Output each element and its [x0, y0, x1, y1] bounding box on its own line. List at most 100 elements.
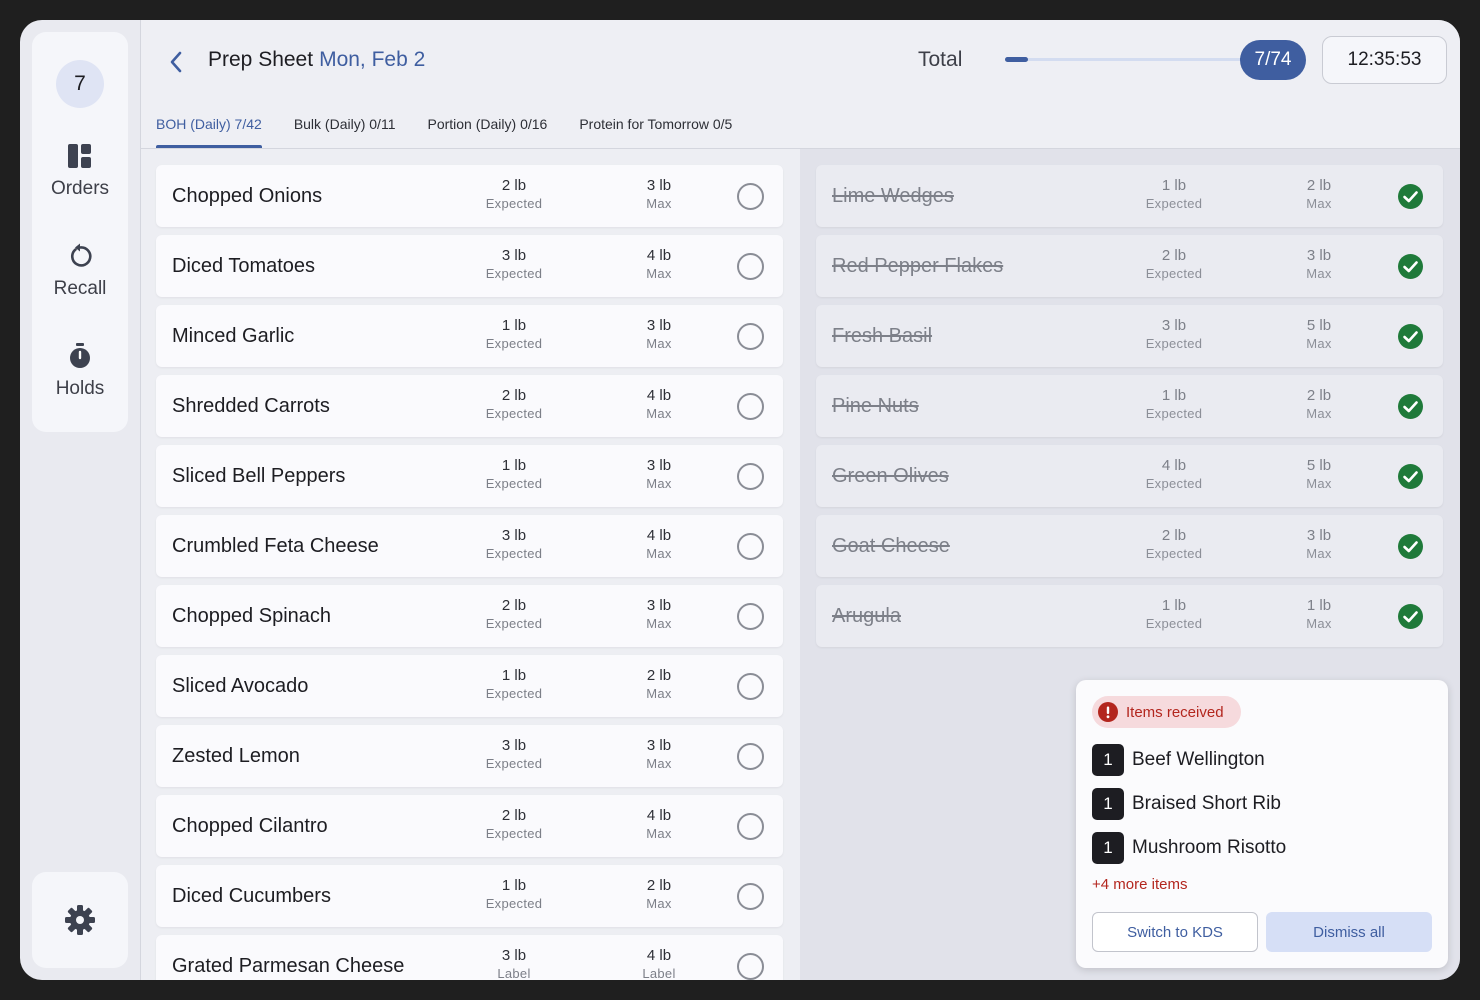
prep-item-row[interactable]: Sliced Avocado 1 lb Expected 2 lb Max [156, 655, 783, 717]
check-circle-icon[interactable] [1397, 533, 1424, 560]
tab-boh-daily[interactable]: BOH (Daily) 7/42 [141, 116, 278, 148]
prep-item-row[interactable]: Chopped Spinach 2 lb Expected 3 lb Max [156, 585, 783, 647]
nav-holds[interactable]: Holds [32, 342, 128, 400]
item-name: Mushroom Risotto [1132, 837, 1287, 858]
prep-item-row[interactable]: Chopped Onions 2 lb Expected 3 lb Max [156, 165, 783, 227]
nav-orders[interactable]: Orders [32, 142, 128, 200]
expected-qty: 1 lb Expected [464, 457, 564, 493]
complete-checkbox[interactable] [737, 953, 764, 980]
tab-bulk-daily[interactable]: Bulk (Daily) 0/11 [278, 116, 412, 148]
app-window: 7 Orders Recall Holds Prep Sheet Mon, Fe… [20, 20, 1460, 980]
max-qty: 4 lb Max [609, 807, 709, 843]
max-label: Max [646, 476, 672, 491]
max-qty: 5 lb Max [1269, 457, 1369, 493]
expected-value: 1 lb [501, 877, 527, 894]
item-name: Red Pepper Flakes [832, 255, 1004, 277]
nav-recall[interactable]: Recall [32, 242, 128, 300]
recall-icon [70, 243, 92, 267]
complete-checkbox[interactable] [737, 813, 764, 840]
check-circle-icon[interactable] [1397, 393, 1424, 420]
complete-checkbox[interactable] [737, 393, 764, 420]
expected-value: 2 lb [501, 597, 527, 614]
header: Prep Sheet Mon, Feb 2 Total 7/74 12:35:53… [141, 20, 1460, 148]
check-circle-icon[interactable] [1397, 323, 1424, 350]
item-name: Pine Nuts [832, 395, 919, 417]
page-date: Mon, Feb 2 [319, 48, 426, 71]
max-label: Max [1306, 336, 1332, 351]
check-circle-icon[interactable] [1397, 253, 1424, 280]
expected-qty: 2 lb Expected [464, 807, 564, 843]
complete-checkbox[interactable] [737, 533, 764, 560]
completed-item-row[interactable]: Green Olives 4 lb Expected 5 lb Max [816, 445, 1443, 507]
expected-label: Expected [485, 406, 543, 421]
switch-to-kds-button[interactable]: Switch to KDS [1092, 912, 1258, 952]
expected-qty: 1 lb Expected [1124, 177, 1224, 213]
completed-item-row[interactable]: Fresh Basil 3 lb Expected 5 lb Max [816, 305, 1443, 367]
completed-item-row[interactable]: Lime Wedges 1 lb Expected 2 lb Max [816, 165, 1443, 227]
item-qty: 1 [1092, 744, 1124, 776]
item-name: Sliced Avocado [172, 675, 309, 697]
max-value: 5 lb [1306, 457, 1332, 474]
prep-item-row[interactable]: Diced Tomatoes 3 lb Expected 4 lb Max [156, 235, 783, 297]
max-label: Label [642, 966, 676, 980]
orders-icon [68, 144, 91, 168]
check-circle-icon[interactable] [1397, 463, 1424, 490]
completed-item-row[interactable]: Red Pepper Flakes 2 lb Expected 3 lb Max [816, 235, 1443, 297]
prep-item-row[interactable]: Sliced Bell Peppers 1 lb Expected 3 lb Max [156, 445, 783, 507]
max-qty: 2 lb Max [609, 667, 709, 703]
expected-label: Expected [485, 756, 543, 771]
complete-checkbox[interactable] [737, 463, 764, 490]
check-circle-icon[interactable] [1397, 183, 1424, 210]
complete-checkbox[interactable] [737, 603, 764, 630]
expected-value: 2 lb [1161, 247, 1187, 264]
max-value: 3 lb [646, 597, 672, 614]
back-arrow-icon[interactable] [163, 48, 191, 76]
completed-item-row[interactable]: Arugula 1 lb Expected 1 lb Max [816, 585, 1443, 647]
max-value: 2 lb [646, 667, 672, 684]
complete-checkbox[interactable] [737, 673, 764, 700]
more-items-link[interactable]: +4 more items [1092, 876, 1187, 893]
max-qty: 5 lb Max [1269, 317, 1369, 353]
max-label: Max [1306, 406, 1332, 421]
expected-qty: 3 lb Expected [464, 737, 564, 773]
max-value: 2 lb [1306, 177, 1332, 194]
expected-label: Expected [485, 336, 543, 351]
check-circle-icon[interactable] [1397, 603, 1424, 630]
prep-item-row[interactable]: Chopped Cilantro 2 lb Expected 4 lb Max [156, 795, 783, 857]
page-title: Prep Sheet Mon, Feb 2 [208, 48, 425, 72]
prep-item-row[interactable]: Crumbled Feta Cheese 3 lb Expected 4 lb Ma… [156, 515, 783, 577]
max-qty: 3 lb Max [609, 597, 709, 633]
prep-item-row[interactable]: Diced Cucumbers 1 lb Expected 2 lb Max [156, 865, 783, 927]
complete-checkbox[interactable] [737, 883, 764, 910]
complete-checkbox[interactable] [737, 323, 764, 350]
max-label: Max [1306, 196, 1332, 211]
prep-item-row[interactable]: Zested Lemon 3 lb Expected 3 lb Max [156, 725, 783, 787]
max-value: 3 lb [1306, 247, 1332, 264]
page-title-text: Prep Sheet [208, 48, 314, 71]
prep-item-row[interactable]: Grated Parmesan Cheese 3 lb Label 4 lb Lab… [156, 935, 783, 980]
complete-checkbox[interactable] [737, 743, 764, 770]
max-label: Max [1306, 266, 1332, 281]
complete-checkbox[interactable] [737, 253, 764, 280]
total-count-pill: 7/74 [1240, 40, 1306, 80]
tab-portion-daily[interactable]: Portion (Daily) 0/16 [411, 116, 563, 148]
tab-protein-tomorrow[interactable]: Protein for Tomorrow 0/5 [563, 116, 748, 148]
notification-count-badge[interactable]: 7 [56, 60, 104, 108]
prep-item-row[interactable]: Shredded Carrots 2 lb Expected 4 lb Max [156, 375, 783, 437]
settings-button[interactable] [32, 872, 128, 968]
completed-item-row[interactable]: Goat Cheese 2 lb Expected 3 lb Max [816, 515, 1443, 577]
dismiss-all-button[interactable]: Dismiss all [1266, 912, 1432, 952]
max-qty: 2 lb Max [1269, 387, 1369, 423]
complete-checkbox[interactable] [737, 183, 764, 210]
expected-value: 1 lb [1161, 387, 1187, 404]
item-name: Lime Wedges [832, 185, 954, 207]
completed-item-row[interactable]: Pine Nuts 1 lb Expected 2 lb Max [816, 375, 1443, 437]
nav-orders-label: Orders [50, 178, 110, 199]
max-value: 3 lb [646, 317, 672, 334]
prep-item-row[interactable]: Minced Garlic 1 lb Expected 3 lb Max [156, 305, 783, 367]
item-qty: 1 [1092, 832, 1124, 864]
item-name: Diced Tomatoes [172, 255, 316, 277]
received-item: 1 Braised Short Rib [1092, 788, 1281, 820]
max-value: 2 lb [1306, 387, 1332, 404]
expected-value: 2 lb [501, 387, 527, 404]
